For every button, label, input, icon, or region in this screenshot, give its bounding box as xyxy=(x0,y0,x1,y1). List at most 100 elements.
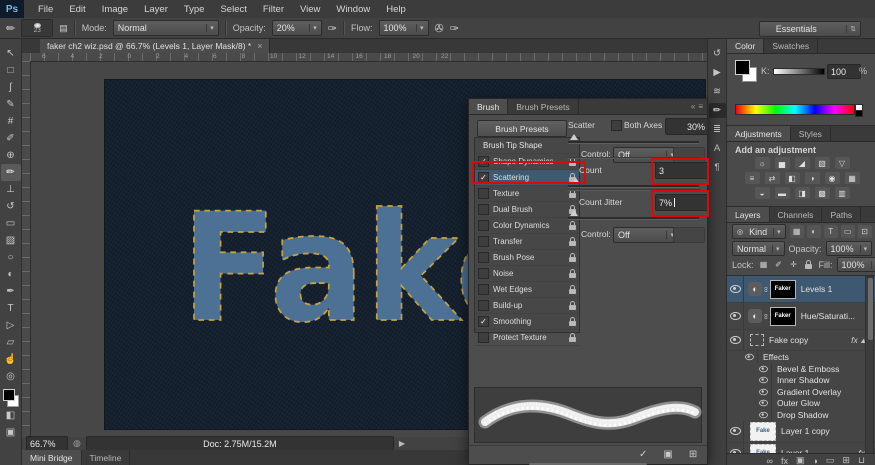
brush-tool-icon[interactable]: ✏ xyxy=(6,22,15,35)
layer-mask-thumbnail[interactable]: Faker xyxy=(770,307,796,326)
adjustment-icon[interactable]: ☼ xyxy=(755,157,770,169)
document-size-readout[interactable]: Doc: 2.75M/15.2M xyxy=(86,436,394,451)
confirm-icon[interactable]: ✓ xyxy=(639,449,647,460)
zoom-level-field[interactable]: 66.7% xyxy=(26,436,68,451)
layers-scrollbar-thumb[interactable] xyxy=(868,278,873,340)
color-spectrum-ramp[interactable] xyxy=(735,104,855,115)
checkbox[interactable] xyxy=(478,204,489,215)
brush-option-noise[interactable]: Noise xyxy=(475,266,579,282)
zoom-tool[interactable]: ◎ xyxy=(1,368,21,385)
layer-style-button[interactable]: fx xyxy=(781,456,788,465)
toggle-brush-panel-icon[interactable]: ▤ xyxy=(59,23,68,34)
new-group-button[interactable]: ▭ xyxy=(826,455,835,465)
airbrush-icon[interactable]: ✇ xyxy=(435,22,444,35)
filter-type-layers[interactable]: T xyxy=(824,225,838,238)
delete-layer-button[interactable]: ⊔ xyxy=(858,455,865,465)
lock-transparency[interactable]: ▦ xyxy=(758,259,770,271)
actions-panel-button[interactable]: ▶ xyxy=(709,65,726,80)
brush-option-shape-dynamics[interactable]: ✓Shape Dynamics xyxy=(475,154,579,170)
visibility-toggle[interactable] xyxy=(727,276,744,302)
brush-option-brush-pose[interactable]: Brush Pose xyxy=(475,250,579,266)
panel-menu-icon[interactable]: ≡ xyxy=(698,102,703,111)
dodge-tool[interactable]: ◐ xyxy=(1,266,21,283)
tab-brush-presets[interactable]: Brush Presets xyxy=(508,99,578,114)
crop-tool[interactable]: # xyxy=(1,113,21,130)
menu-image[interactable]: Image xyxy=(94,4,136,15)
adjustment-icon[interactable]: ▩ xyxy=(815,187,830,199)
checkbox[interactable] xyxy=(478,252,489,263)
checkbox[interactable] xyxy=(478,300,489,311)
brush-option-scattering[interactable]: ✓Scattering xyxy=(475,170,579,186)
brush-option-texture[interactable]: Texture xyxy=(475,186,579,202)
tab-styles[interactable]: Styles xyxy=(791,126,831,141)
black-swatch[interactable] xyxy=(855,110,863,117)
adjustment-icon[interactable]: ◢ xyxy=(795,157,810,169)
adjustment-icon[interactable]: ⇄ xyxy=(765,172,780,184)
brush-option-smoothing[interactable]: ✓Smoothing xyxy=(475,314,579,330)
blur-tool[interactable]: ○ xyxy=(1,249,21,266)
pen-pressure-opacity-icon[interactable]: ✑ xyxy=(328,22,337,35)
tab-layers[interactable]: Layers xyxy=(727,207,770,222)
menu-edit[interactable]: Edit xyxy=(61,4,93,15)
visibility-toggle[interactable] xyxy=(727,421,744,442)
flow-dropdown[interactable]: 100% ▾ xyxy=(379,20,429,36)
eyedropper-tool[interactable]: ✐ xyxy=(1,130,21,147)
count-jitter-slider[interactable] xyxy=(568,217,699,220)
k-value-field[interactable]: 100 xyxy=(827,64,861,79)
visibility-toggle[interactable] xyxy=(755,398,772,410)
layer-row-drop-shadow[interactable]: Drop Shadow xyxy=(727,409,875,421)
character-panel-button[interactable]: A xyxy=(709,141,726,156)
adjustment-icon[interactable]: ▧ xyxy=(815,157,830,169)
fx-badge[interactable]: fx▴ xyxy=(851,335,865,346)
history-panel-button[interactable]: ↺ xyxy=(709,46,726,61)
lock-all[interactable] xyxy=(803,259,815,271)
lasso-tool[interactable]: ʃ xyxy=(1,79,21,96)
menu-filter[interactable]: Filter xyxy=(255,4,292,15)
checkbox[interactable] xyxy=(478,284,489,295)
menu-type[interactable]: Type xyxy=(176,4,213,15)
k-channel-slider[interactable] xyxy=(773,68,825,75)
brush-tip-shape-item[interactable]: Brush Tip Shape xyxy=(475,138,579,154)
adjustment-icon[interactable]: ◒ xyxy=(755,187,770,199)
tab-channels[interactable]: Channels xyxy=(770,207,823,222)
layer-row-levels-1[interactable]: ◐∞FakerLevels 1 xyxy=(727,276,875,303)
adjustment-icon[interactable]: ▥ xyxy=(835,187,850,199)
fill-dropdown[interactable]: 100% ▾ xyxy=(837,257,875,272)
visibility-toggle[interactable] xyxy=(727,330,744,350)
document-tab[interactable]: faker ch2 wiz.psd @ 66.7% (Levels 1, Lay… xyxy=(40,38,270,53)
foreground-color-swatch[interactable] xyxy=(3,389,15,401)
tool-presets-panel-button[interactable]: ≋ xyxy=(709,84,726,99)
spot-healing-brush-tool[interactable]: ⊕ xyxy=(1,147,21,164)
brush-presets-button[interactable]: Brush Presets xyxy=(477,120,567,137)
visibility-toggle[interactable] xyxy=(755,363,772,375)
tab-swatches[interactable]: Swatches xyxy=(764,38,818,53)
path-selection-tool[interactable]: ▷ xyxy=(1,317,21,334)
brush-option-color-dynamics[interactable]: Color Dynamics xyxy=(475,218,579,234)
add-layer-mask-button[interactable]: ▣ xyxy=(796,455,805,465)
tab-mini-bridge[interactable]: Mini Bridge xyxy=(22,450,82,465)
lock-icon[interactable] xyxy=(569,257,576,262)
brush-option-wet-edges[interactable]: Wet Edges xyxy=(475,282,579,298)
checkbox[interactable] xyxy=(478,188,489,199)
scatter-value-field[interactable]: 30% xyxy=(665,118,709,135)
pen-pressure-size-icon[interactable]: ✑ xyxy=(450,22,459,35)
hand-tool[interactable]: ☝ xyxy=(1,351,21,368)
blend-mode-dropdown[interactable]: Normal ▾ xyxy=(732,241,785,256)
count-jitter-field[interactable]: 7% xyxy=(655,194,709,211)
slider-thumb[interactable] xyxy=(570,210,578,216)
scatter-control-dropdown[interactable]: Off ▾ xyxy=(613,147,679,163)
adjustment-icon[interactable]: ≡ xyxy=(745,172,760,184)
pen-tool[interactable]: ✒ xyxy=(1,283,21,300)
count-value-field[interactable]: 3 xyxy=(655,162,709,179)
brush-panel-button[interactable]: ✏ xyxy=(709,103,726,118)
filter-pixel-layers[interactable]: ▦ xyxy=(790,225,804,238)
brush-preset-picker[interactable]: 23 xyxy=(21,19,53,37)
workspace-switcher[interactable]: Essentials ⇅ xyxy=(759,21,861,37)
adjustment-icon[interactable]: ◨ xyxy=(795,187,810,199)
checkbox[interactable] xyxy=(478,220,489,231)
toolbar-color-swatches[interactable] xyxy=(3,389,19,407)
app-logo[interactable]: Ps xyxy=(0,0,24,18)
menu-help[interactable]: Help xyxy=(378,4,414,15)
filter-shape-layers[interactable]: ▭ xyxy=(841,225,855,238)
brush-tool[interactable]: ✏ xyxy=(1,164,21,181)
